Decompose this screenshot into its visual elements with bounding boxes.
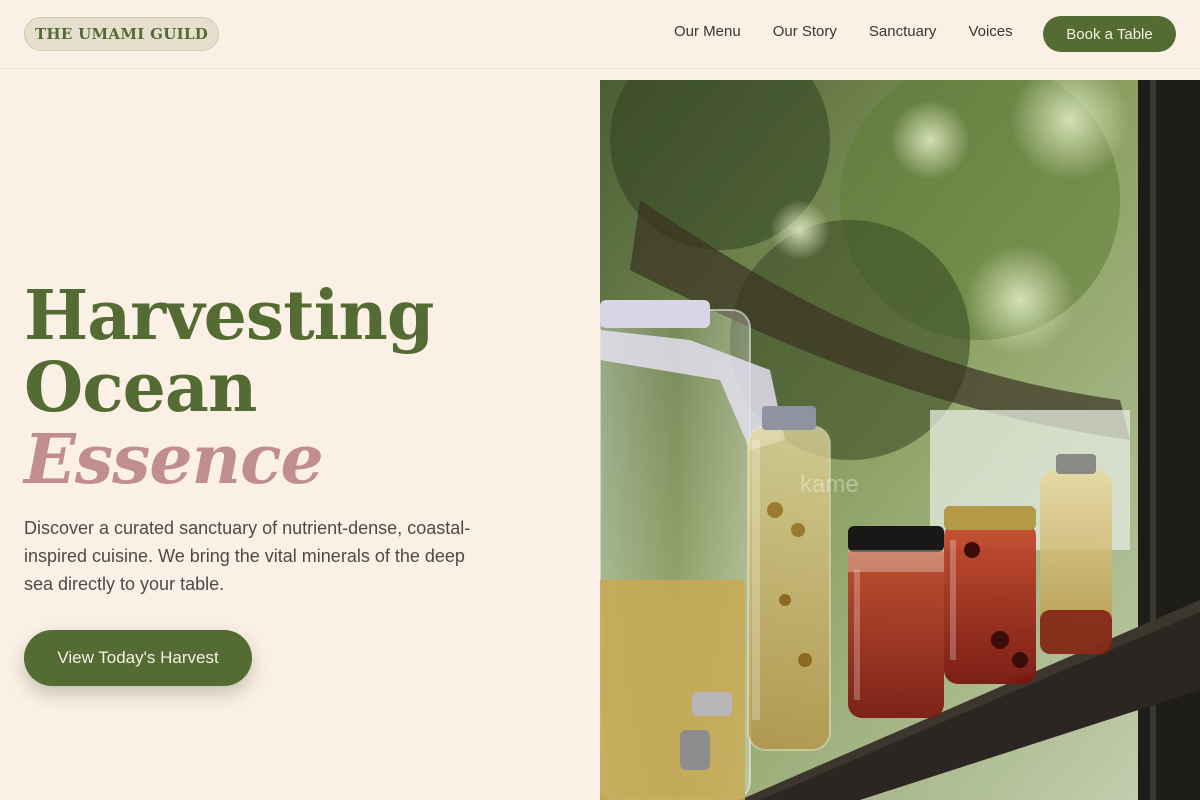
nav-link-our-menu[interactable]: Our Menu (674, 23, 741, 41)
hero-title-line-2: Ocean (24, 348, 257, 428)
nav-link-our-story[interactable]: Our Story (773, 23, 837, 41)
nav-link-sanctuary[interactable]: Sanctuary (869, 23, 937, 41)
hero-description: Discover a curated sanctuary of nutrient… (24, 518, 471, 594)
hero-title: Harvesting Ocean Essence (24, 280, 584, 496)
main-nav: Our Menu Our Story Sanctuary Voices (674, 23, 1045, 41)
photo-watermark: kame (800, 471, 859, 498)
nav-link-voices[interactable]: Voices (968, 23, 1012, 41)
book-table-button[interactable]: Book a Table (1043, 16, 1176, 52)
hero-title-line-1: Harvesting (24, 276, 434, 356)
hero-title-accent: Essence (24, 420, 324, 500)
view-harvest-button[interactable]: View Today's Harvest (24, 630, 252, 686)
hero-photo: kame (600, 80, 1200, 800)
site-header: THE UMAMI GUILD Our Menu Our Story Sanct… (0, 0, 1200, 69)
logo[interactable]: THE UMAMI GUILD (24, 17, 219, 51)
fermented-drinks-jars-photo: kame (600, 80, 1200, 800)
